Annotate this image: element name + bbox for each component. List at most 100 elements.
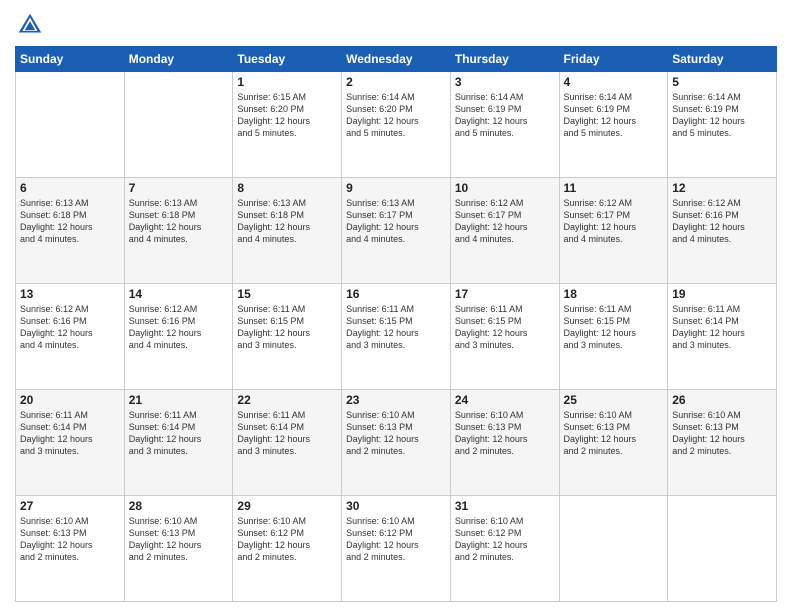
calendar-week-row: 1Sunrise: 6:15 AM Sunset: 6:20 PM Daylig… — [16, 72, 777, 178]
day-number: 13 — [20, 287, 120, 301]
header — [15, 10, 777, 40]
day-number: 10 — [455, 181, 555, 195]
day-number: 11 — [564, 181, 664, 195]
col-tuesday: Tuesday — [233, 47, 342, 72]
day-info: Sunrise: 6:10 AM Sunset: 6:12 PM Dayligh… — [346, 515, 446, 564]
day-info: Sunrise: 6:12 AM Sunset: 6:16 PM Dayligh… — [129, 303, 229, 352]
col-saturday: Saturday — [668, 47, 777, 72]
day-info: Sunrise: 6:10 AM Sunset: 6:13 PM Dayligh… — [20, 515, 120, 564]
day-info: Sunrise: 6:10 AM Sunset: 6:13 PM Dayligh… — [129, 515, 229, 564]
day-info: Sunrise: 6:12 AM Sunset: 6:17 PM Dayligh… — [564, 197, 664, 246]
table-row: 3 Sunrise: 6:14 AM Sunset: 6:19 PM Daylig… — [450, 72, 559, 178]
day-number: 8 — [237, 181, 337, 195]
day-info: Sunrise: 6:13 AM Sunset: 6:17 PM Dayligh… — [346, 197, 446, 246]
table-row — [668, 496, 777, 602]
day-info: Sunrise: 6:11 AM Sunset: 6:14 PM Dayligh… — [672, 303, 772, 352]
table-row: 13Sunrise: 6:12 AM Sunset: 6:16 PM Dayli… — [16, 284, 125, 390]
day-info: Sunrise: 6:11 AM Sunset: 6:15 PM Dayligh… — [346, 303, 446, 352]
day-number: 6 — [20, 181, 120, 195]
table-row: 7 Sunrise: 6:13 AM Sunset: 6:18 PM Daylig… — [124, 178, 233, 284]
day-info: Sunrise: 6:13 AM Sunset: 6:18 PM Dayligh… — [129, 197, 229, 246]
table-row: 9 Sunrise: 6:13 AM Sunset: 6:17 PM Daylig… — [342, 178, 451, 284]
table-row: 2Sunrise: 6:14 AM Sunset: 6:20 PM Daylig… — [342, 72, 451, 178]
day-info: Sunrise: 6:13 AM Sunset: 6:18 PM Dayligh… — [20, 197, 120, 246]
logo — [15, 10, 49, 40]
day-number: 5 — [672, 75, 772, 89]
table-row: 26Sunrise: 6:10 AM Sunset: 6:13 PM Dayli… — [668, 390, 777, 496]
table-row: 8 Sunrise: 6:13 AM Sunset: 6:18 PM Daylig… — [233, 178, 342, 284]
day-info: Sunrise: 6:14 AM Sunset: 6:20 PM Dayligh… — [346, 91, 446, 140]
day-number: 22 — [237, 393, 337, 407]
day-number: 30 — [346, 499, 446, 513]
day-number: 15 — [237, 287, 337, 301]
table-row: 15 Sunrise: 6:11 AM Sunset: 6:15 PM Dayli… — [233, 284, 342, 390]
day-number: 20 — [20, 393, 120, 407]
table-row: 23 Sunrise: 6:10 AM Sunset: 6:13 PM Dayli… — [342, 390, 451, 496]
table-row: 16Sunrise: 6:11 AM Sunset: 6:15 PM Dayli… — [342, 284, 451, 390]
calendar-week-row: 27 Sunrise: 6:10 AM Sunset: 6:13 PM Dayli… — [16, 496, 777, 602]
table-row: 12 Sunrise: 6:12 AM Sunset: 6:16 PM Dayli… — [668, 178, 777, 284]
col-wednesday: Wednesday — [342, 47, 451, 72]
day-info: Sunrise: 6:12 AM Sunset: 6:17 PM Dayligh… — [455, 197, 555, 246]
col-sunday: Sunday — [16, 47, 125, 72]
table-row: 11 Sunrise: 6:12 AM Sunset: 6:17 PM Dayli… — [559, 178, 668, 284]
day-info: Sunrise: 6:10 AM Sunset: 6:13 PM Dayligh… — [455, 409, 555, 458]
table-row: 20 Sunrise: 6:11 AM Sunset: 6:14 PM Dayli… — [16, 390, 125, 496]
day-number: 18 — [564, 287, 664, 301]
day-number: 26 — [672, 393, 772, 407]
day-number: 7 — [129, 181, 229, 195]
table-row: 28 Sunrise: 6:10 AM Sunset: 6:13 PM Dayli… — [124, 496, 233, 602]
day-number: 28 — [129, 499, 229, 513]
table-row: 17 Sunrise: 6:11 AM Sunset: 6:15 PM Dayli… — [450, 284, 559, 390]
table-row: 10 Sunrise: 6:12 AM Sunset: 6:17 PM Dayli… — [450, 178, 559, 284]
day-number: 12 — [672, 181, 772, 195]
day-info: Sunrise: 6:14 AM Sunset: 6:19 PM Dayligh… — [564, 91, 664, 140]
table-row: 29 Sunrise: 6:10 AM Sunset: 6:12 PM Dayli… — [233, 496, 342, 602]
table-row: 6 Sunrise: 6:13 AM Sunset: 6:18 PM Daylig… — [16, 178, 125, 284]
day-info: Sunrise: 6:11 AM Sunset: 6:14 PM Dayligh… — [20, 409, 120, 458]
day-info: Sunrise: 6:14 AM Sunset: 6:19 PM Dayligh… — [672, 91, 772, 140]
day-info: Sunrise: 6:11 AM Sunset: 6:15 PM Dayligh… — [237, 303, 337, 352]
day-info: Sunrise: 6:12 AM Sunset: 6:16 PM Dayligh… — [672, 197, 772, 246]
col-thursday: Thursday — [450, 47, 559, 72]
day-info: Sunrise: 6:10 AM Sunset: 6:13 PM Dayligh… — [346, 409, 446, 458]
day-number: 1 — [237, 75, 337, 89]
table-row: 24Sunrise: 6:10 AM Sunset: 6:13 PM Dayli… — [450, 390, 559, 496]
table-row: 19 Sunrise: 6:11 AM Sunset: 6:14 PM Dayli… — [668, 284, 777, 390]
col-friday: Friday — [559, 47, 668, 72]
table-row: 25Sunrise: 6:10 AM Sunset: 6:13 PM Dayli… — [559, 390, 668, 496]
day-number: 9 — [346, 181, 446, 195]
table-row: 5 Sunrise: 6:14 AM Sunset: 6:19 PM Daylig… — [668, 72, 777, 178]
table-row: 31 Sunrise: 6:10 AM Sunset: 6:12 PM Dayli… — [450, 496, 559, 602]
logo-icon — [15, 10, 45, 40]
day-number: 19 — [672, 287, 772, 301]
day-number: 25 — [564, 393, 664, 407]
table-row — [559, 496, 668, 602]
table-row — [124, 72, 233, 178]
calendar-week-row: 20 Sunrise: 6:11 AM Sunset: 6:14 PM Dayli… — [16, 390, 777, 496]
day-info: Sunrise: 6:10 AM Sunset: 6:12 PM Dayligh… — [455, 515, 555, 564]
day-number: 23 — [346, 393, 446, 407]
col-monday: Monday — [124, 47, 233, 72]
table-row: 21 Sunrise: 6:11 AM Sunset: 6:14 PM Dayli… — [124, 390, 233, 496]
day-info: Sunrise: 6:14 AM Sunset: 6:19 PM Dayligh… — [455, 91, 555, 140]
calendar-header-row: Sunday Monday Tuesday Wednesday Thursday… — [16, 47, 777, 72]
day-number: 4 — [564, 75, 664, 89]
day-number: 31 — [455, 499, 555, 513]
day-info: Sunrise: 6:13 AM Sunset: 6:18 PM Dayligh… — [237, 197, 337, 246]
table-row: 4 Sunrise: 6:14 AM Sunset: 6:19 PM Daylig… — [559, 72, 668, 178]
day-number: 17 — [455, 287, 555, 301]
day-number: 3 — [455, 75, 555, 89]
page: Sunday Monday Tuesday Wednesday Thursday… — [0, 0, 792, 612]
day-info: Sunrise: 6:11 AM Sunset: 6:15 PM Dayligh… — [564, 303, 664, 352]
day-info: Sunrise: 6:11 AM Sunset: 6:14 PM Dayligh… — [237, 409, 337, 458]
day-info: Sunrise: 6:11 AM Sunset: 6:15 PM Dayligh… — [455, 303, 555, 352]
day-info: Sunrise: 6:11 AM Sunset: 6:14 PM Dayligh… — [129, 409, 229, 458]
table-row — [16, 72, 125, 178]
day-number: 21 — [129, 393, 229, 407]
day-number: 29 — [237, 499, 337, 513]
day-info: Sunrise: 6:10 AM Sunset: 6:12 PM Dayligh… — [237, 515, 337, 564]
day-number: 27 — [20, 499, 120, 513]
calendar-table: Sunday Monday Tuesday Wednesday Thursday… — [15, 46, 777, 602]
day-number: 14 — [129, 287, 229, 301]
